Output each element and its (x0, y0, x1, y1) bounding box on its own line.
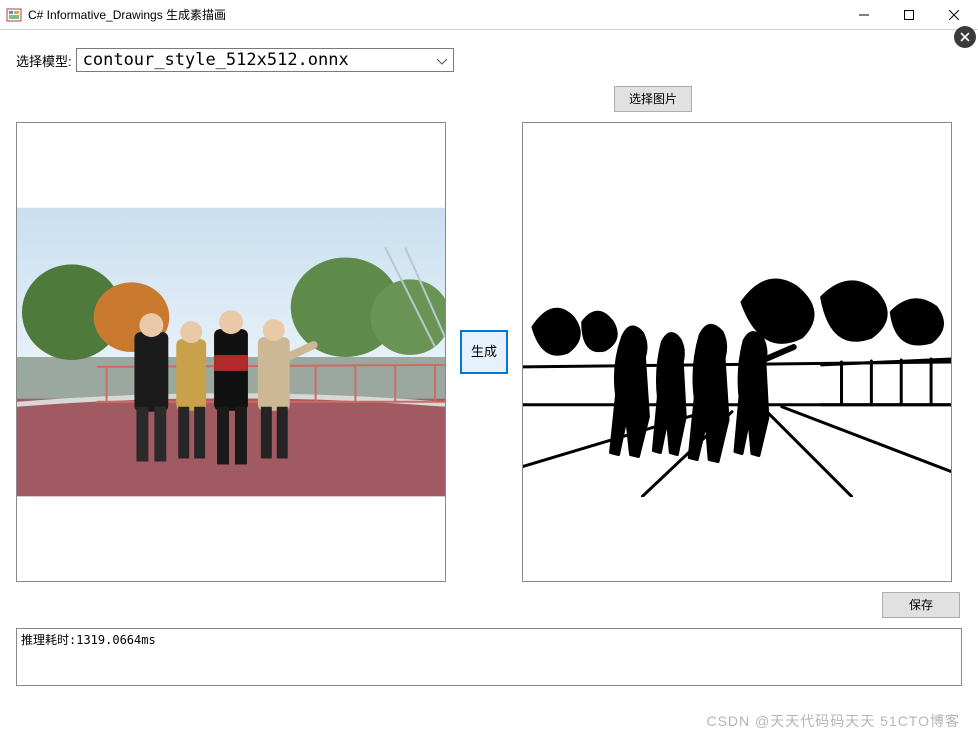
generate-button[interactable]: 生成 (460, 330, 508, 374)
app-icon (6, 7, 22, 23)
log-textbox[interactable]: 推理耗时:1319.0664ms (16, 628, 962, 686)
maximize-button[interactable] (886, 0, 931, 29)
client-area: 选择模型: contour_style_512x512.onnx 选择图片 (0, 30, 978, 739)
select-image-button[interactable]: 选择图片 (614, 86, 692, 112)
close-button[interactable] (931, 0, 976, 29)
log-text: 推理耗时:1319.0664ms (21, 633, 156, 647)
titlebar: C# Informative_Drawings 生成素描画 (0, 0, 978, 30)
model-combobox[interactable]: contour_style_512x512.onnx (76, 48, 454, 72)
model-combobox-value: contour_style_512x512.onnx (83, 50, 349, 70)
workspace: 生成 (16, 122, 962, 582)
save-button[interactable]: 保存 (882, 592, 960, 618)
chevron-down-icon (437, 50, 447, 70)
middle-column: 生成 (456, 330, 512, 374)
output-image-box (522, 122, 952, 582)
input-image (17, 207, 445, 497)
watermark-text: CSDN @天天代码码天天 51CTO博客 (706, 711, 960, 731)
model-row: 选择模型: contour_style_512x512.onnx (16, 48, 962, 72)
minimize-button[interactable] (841, 0, 886, 29)
input-image-box (16, 122, 446, 582)
window-controls (841, 0, 976, 29)
select-model-label: 选择模型: (16, 51, 72, 70)
save-row: 保存 (16, 592, 962, 618)
window-title: C# Informative_Drawings 生成素描画 (28, 6, 841, 23)
select-image-row: 选择图片 (16, 86, 962, 112)
output-sketch-image (523, 207, 951, 497)
